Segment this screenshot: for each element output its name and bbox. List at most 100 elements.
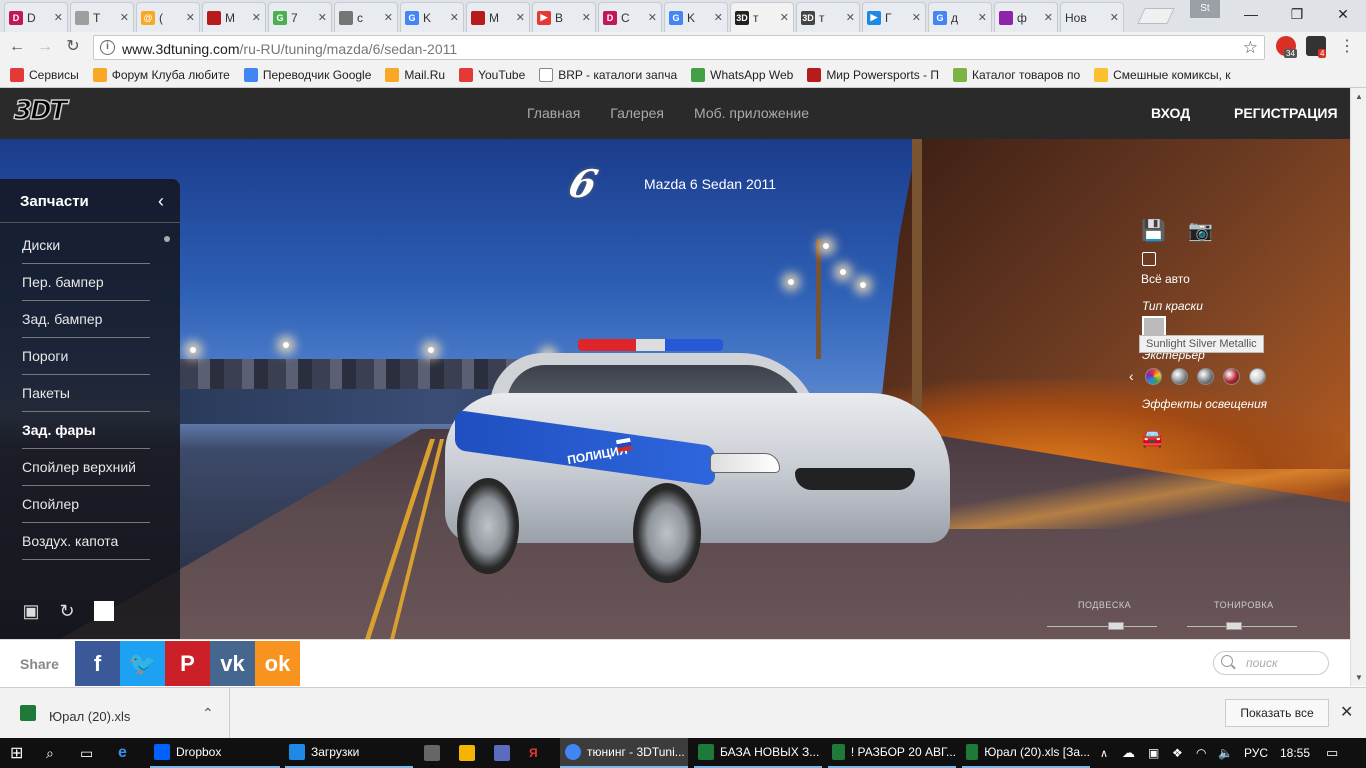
profile-button[interactable]: St	[1190, 0, 1220, 18]
parts-item[interactable]: Пороги	[22, 338, 150, 375]
close-tab-icon[interactable]: ✕	[780, 11, 789, 24]
show-all-downloads-button[interactable]: Показать все	[1225, 699, 1329, 727]
cloud-icon[interactable]: ☁	[1122, 738, 1135, 768]
network-icon[interactable]: ▣	[1148, 738, 1159, 768]
close-window-icon[interactable]: ✕	[1320, 0, 1366, 28]
paint-color-swatch[interactable]	[1145, 368, 1162, 385]
taskbar-item-excel[interactable]: Юрал (20).xls [За...	[962, 738, 1090, 768]
browser-tab[interactable]: 3D т ✕	[730, 2, 794, 32]
notifications-icon[interactable]: ▭	[1326, 738, 1338, 768]
car-model[interactable]: ПОЛИЦИЯ	[445, 339, 955, 583]
new-tab-button[interactable]	[1137, 8, 1175, 24]
browser-tab[interactable]: 3D т ✕	[796, 2, 860, 32]
parts-item[interactable]: Спойлер	[22, 486, 150, 523]
background-image-icon[interactable]: ▣	[20, 601, 42, 621]
bookmark-item[interactable]: Мир Powersports - П	[807, 67, 939, 82]
parts-item[interactable]: Пакеты	[22, 375, 150, 412]
paint-color-swatch[interactable]	[1249, 368, 1266, 385]
bookmark-item[interactable]: Каталог товаров по	[953, 67, 1080, 82]
taskbar-item-downloads[interactable]: Загрузки	[285, 738, 413, 768]
dropbox-tray-icon[interactable]: ❖	[1172, 738, 1183, 768]
swatch-prev-icon[interactable]: ‹	[1129, 368, 1134, 384]
browser-tab[interactable]: T ✕	[70, 2, 134, 32]
nav-mobile-app[interactable]: Моб. приложение	[694, 105, 809, 121]
taskbar-item-chrome[interactable]: тюнинг - 3DTuni...	[560, 738, 688, 768]
browser-tab[interactable]: c ✕	[334, 2, 398, 32]
app-icon[interactable]	[494, 738, 510, 768]
menu-icon[interactable]: ⋮	[1336, 36, 1358, 58]
close-tab-icon[interactable]: ✕	[648, 11, 657, 24]
bookmark-star-icon[interactable]: ☆	[1243, 38, 1258, 58]
browser-tab[interactable]: Нов ✕	[1060, 2, 1124, 32]
suspension-slider-knob[interactable]	[1108, 622, 1124, 630]
download-item[interactable]: Юрал (20).xls ⌃	[10, 688, 230, 739]
bookmark-item[interactable]: YouTube	[459, 67, 525, 82]
parts-item[interactable]: Спойлер верхний	[22, 449, 150, 486]
minimize-icon[interactable]: —	[1228, 0, 1274, 28]
close-downloads-icon[interactable]: ✕	[1340, 702, 1353, 722]
address-bar[interactable]: i www.3dtuning.com/ru-RU/tuning/mazda/6/…	[93, 35, 1265, 60]
maximize-icon[interactable]: ❐	[1274, 0, 1320, 28]
taskbar-item-excel[interactable]: ! РАЗБОР 20 АВГ...	[828, 738, 956, 768]
app-icon[interactable]	[459, 738, 475, 768]
close-tab-icon[interactable]: ✕	[516, 11, 525, 24]
suspension-slider[interactable]	[1047, 626, 1157, 627]
yandex-icon[interactable]: Я	[529, 738, 538, 768]
bookmark-item[interactable]: WhatsApp Web	[691, 67, 793, 82]
parts-item[interactable]: Зад. бампер	[22, 301, 150, 338]
parts-item[interactable]: Воздух. капота	[22, 523, 150, 560]
clock[interactable]: 18:55	[1280, 738, 1310, 768]
browser-tab[interactable]: ▶ Г ✕	[862, 2, 926, 32]
bookmark-item[interactable]: Форум Клуба любите	[92, 67, 230, 82]
pinterest-share-button[interactable]: P	[165, 641, 210, 686]
car-scene-viewport[interactable]: ПОЛИЦИЯ	[0, 139, 1350, 639]
twitter-share-button[interactable]: 🐦	[120, 641, 165, 686]
close-tab-icon[interactable]: ✕	[1110, 11, 1119, 24]
browser-tab[interactable]: G K ✕	[400, 2, 464, 32]
browser-tab[interactable]: G 7 ✕	[268, 2, 332, 32]
browser-tab[interactable]: Gд ✕	[928, 2, 992, 32]
paint-color-swatch[interactable]	[1197, 368, 1214, 385]
browser-tab[interactable]: D D ✕	[4, 2, 68, 32]
edge-icon[interactable]: e	[118, 738, 127, 768]
browser-tab[interactable]: G K ✕	[664, 2, 728, 32]
parts-item[interactable]: Пер. бампер	[22, 264, 150, 301]
collapse-panel-icon[interactable]: ‹	[158, 191, 164, 212]
back-icon[interactable]: ←	[6, 36, 28, 58]
page-scrollbar[interactable]: ▲ ▼	[1350, 88, 1366, 686]
taskbar-item-excel[interactable]: БАЗА НОВЫХ З...	[694, 738, 822, 768]
forward-icon[interactable]: →	[34, 36, 56, 58]
bookmark-item[interactable]: Смешные комиксы, к	[1094, 67, 1231, 82]
save-icon[interactable]: 💾	[1141, 218, 1166, 243]
vk-share-button[interactable]: vk	[210, 641, 255, 686]
all-car-checkbox[interactable]	[1142, 252, 1156, 266]
facebook-share-button[interactable]: f	[75, 641, 120, 686]
close-tab-icon[interactable]: ✕	[978, 11, 987, 24]
close-tab-icon[interactable]: ✕	[846, 11, 855, 24]
task-view-icon[interactable]: ▭	[80, 738, 93, 768]
chevron-up-icon[interactable]: ⌃	[202, 705, 214, 722]
car-silhouette-icon[interactable]: 🚘	[1141, 428, 1163, 449]
parts-item[interactable]: Диски	[22, 227, 150, 264]
bookmark-item[interactable]: BRP - каталоги запча	[539, 67, 677, 82]
site-info-icon[interactable]: i	[100, 40, 115, 55]
tint-slider[interactable]	[1187, 626, 1297, 627]
tray-chevron-icon[interactable]: ∧	[1100, 738, 1108, 768]
tint-slider-knob[interactable]	[1226, 622, 1242, 630]
reload-icon[interactable]: ↻	[62, 36, 84, 58]
site-logo[interactable]: 3DT	[13, 95, 68, 127]
color-square-icon[interactable]	[94, 601, 114, 621]
close-tab-icon[interactable]: ✕	[912, 11, 921, 24]
panel-scroll-indicator[interactable]	[164, 236, 170, 242]
close-tab-icon[interactable]: ✕	[450, 11, 459, 24]
rotate-icon[interactable]: ↻	[56, 601, 78, 621]
close-tab-icon[interactable]: ✕	[582, 11, 591, 24]
close-tab-icon[interactable]: ✕	[384, 11, 393, 24]
bookmark-item[interactable]: Переводчик Google	[243, 67, 371, 82]
taskbar-item-dropbox[interactable]: Dropbox	[150, 738, 280, 768]
scroll-down-icon[interactable]: ▼	[1355, 673, 1363, 682]
odnoklassniki-share-button[interactable]: ok	[255, 641, 300, 686]
volume-icon[interactable]: 🔈	[1218, 738, 1233, 768]
bookmark-item[interactable]: Mail.Ru	[385, 67, 445, 82]
browser-tab[interactable]: ▶ B ✕	[532, 2, 596, 32]
